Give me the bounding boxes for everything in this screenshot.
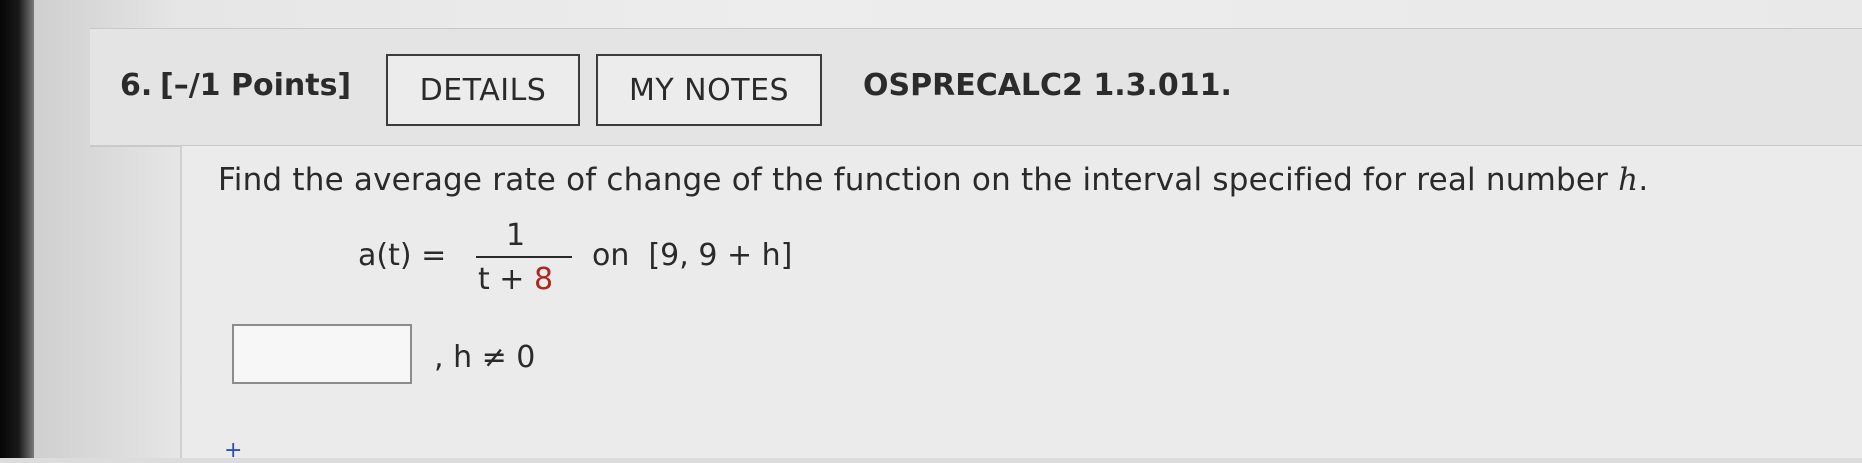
fraction-bar xyxy=(476,256,572,258)
on-label: on xyxy=(592,238,630,273)
question-number: 6. xyxy=(120,68,153,103)
interval-value: [9, 9 + h] xyxy=(648,238,793,273)
denominator-number: 8 xyxy=(533,262,554,297)
fraction-numerator: 1 xyxy=(506,218,526,253)
my-notes-button[interactable]: MY NOTES xyxy=(596,54,822,126)
answer-input[interactable] xyxy=(232,324,412,384)
question-points: [–/1 Points] xyxy=(160,68,352,103)
denominator-variable: t + xyxy=(478,262,525,297)
interval-text: on [9, 9 + h] xyxy=(592,238,792,273)
function-lhs: a(t) = xyxy=(358,238,447,273)
question-prompt: Find the average rate of change of the f… xyxy=(218,162,1648,198)
details-button[interactable]: DETAILS xyxy=(386,54,580,126)
plus-icon[interactable]: + xyxy=(224,438,242,463)
prompt-period: . xyxy=(1638,162,1649,198)
screen-edge-shadow xyxy=(0,0,34,458)
prompt-text: Find the average rate of change of the f… xyxy=(218,162,1609,198)
answer-condition: , h ≠ 0 xyxy=(434,340,536,375)
prompt-variable: h xyxy=(1618,162,1639,198)
fraction-denominator: t + 8 xyxy=(478,262,553,297)
question-code: OSPRECALC2 1.3.011. xyxy=(863,68,1232,103)
